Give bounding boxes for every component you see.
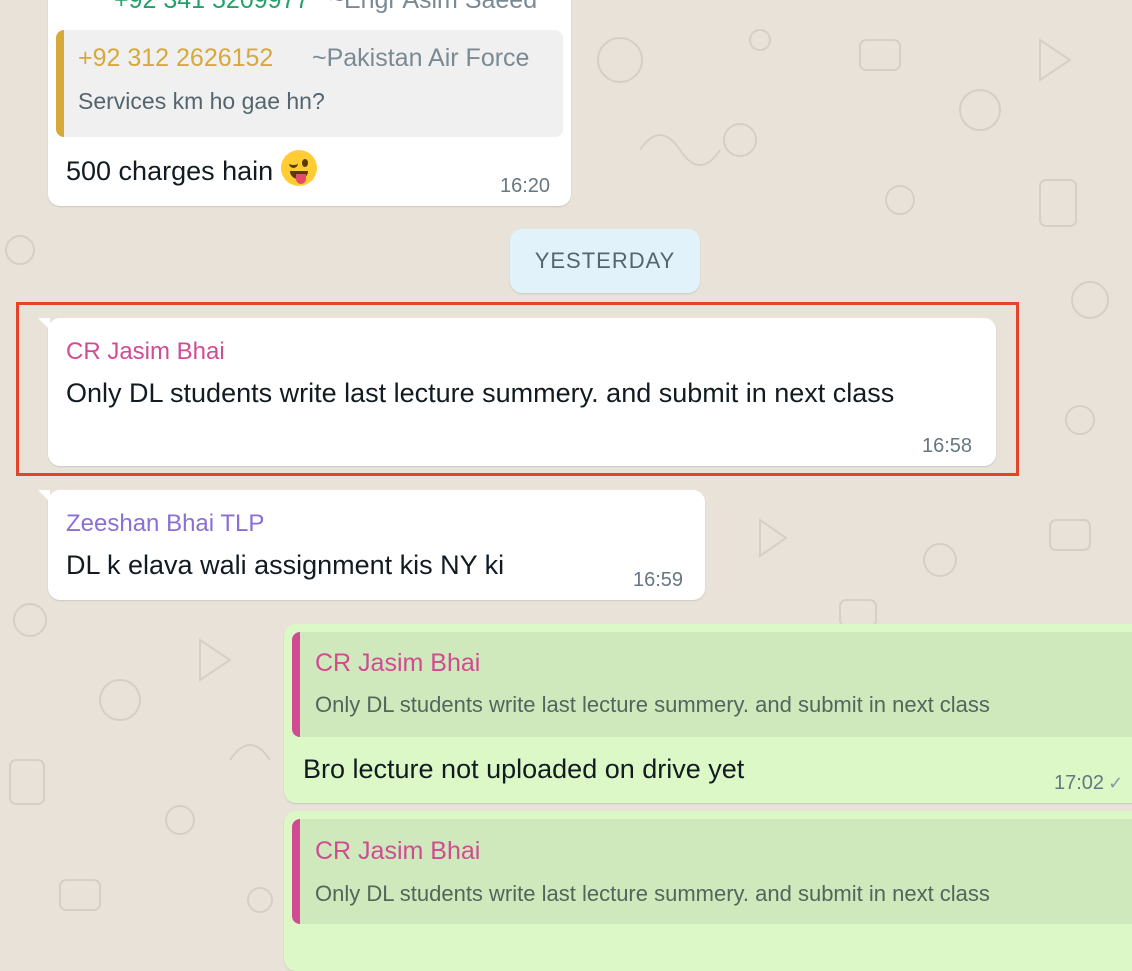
quoted-message[interactable]: +92 312 2626152 ~Pakistan Air Force Serv… bbox=[56, 30, 563, 137]
quote-text: Only DL students write last lecture summ… bbox=[315, 692, 990, 717]
message-bubble-top[interactable]: +92 341 5209977 ~Engr Asim Saeed +92 312 … bbox=[48, 0, 571, 206]
message-bubble-cr[interactable]: CR Jasim Bhai Only DL students write las… bbox=[38, 318, 996, 466]
quote-accent-bar bbox=[292, 819, 300, 924]
message-text: Only DL students write last lecture summ… bbox=[66, 378, 895, 408]
cut-off-sender-phone: +92 341 5209977 bbox=[114, 0, 310, 14]
sender-name[interactable]: CR Jasim Bhai bbox=[66, 338, 225, 366]
message-time: 16:20 bbox=[500, 175, 551, 197]
quote-author-name: ~Pakistan Air Force bbox=[312, 44, 530, 72]
cut-off-sender-line: +92 341 5209977 ~Engr Asim Saeed bbox=[114, 0, 537, 15]
bubble-tail bbox=[38, 490, 50, 502]
date-separator: YESTERDAY bbox=[510, 229, 700, 293]
message-time: 16:59 bbox=[633, 569, 684, 591]
quoted-message[interactable]: CR Jasim Bhai Only DL students write las… bbox=[292, 632, 1132, 737]
cut-off-sender-name: ~Engr Asim Saeed bbox=[329, 0, 538, 14]
quote-text: Only DL students write last lecture summ… bbox=[315, 881, 990, 906]
bubble-tail bbox=[38, 318, 50, 330]
sent-check-icon: ✓ bbox=[1108, 773, 1124, 793]
message-text: 500 charges hain bbox=[66, 150, 318, 187]
message-bubble-outgoing-reply[interactable]: CR Jasim Bhai Only DL students write las… bbox=[284, 624, 1132, 803]
message-text-content: 500 charges hain bbox=[66, 156, 274, 186]
message-bubble-zeeshan[interactable]: Zeeshan Bhai TLP DL k elava wali assignm… bbox=[38, 490, 705, 600]
quote-accent-bar bbox=[292, 632, 300, 737]
quote-accent-bar bbox=[56, 30, 64, 137]
message-bubble-outgoing-reply-2[interactable]: CR Jasim Bhai Only DL students write las… bbox=[284, 811, 1132, 971]
quoted-message[interactable]: CR Jasim Bhai Only DL students write las… bbox=[292, 819, 1132, 924]
message-text: DL k elava wali assignment kis NY ki bbox=[66, 550, 505, 580]
message-time: 17:02 ✓ bbox=[1054, 772, 1123, 795]
quote-author-name: CR Jasim Bhai bbox=[315, 649, 481, 677]
winking-face-with-tongue-icon bbox=[281, 150, 318, 186]
quote-author-phone: +92 312 2626152 bbox=[78, 44, 274, 72]
message-time-value: 17:02 bbox=[1054, 772, 1105, 794]
message-text: Bro lecture not uploaded on drive yet bbox=[303, 754, 745, 784]
message-time: 16:58 bbox=[922, 435, 973, 457]
quote-text: Services km ho gae hn? bbox=[78, 88, 325, 114]
sender-name[interactable]: Zeeshan Bhai TLP bbox=[66, 510, 264, 538]
quote-author-name: CR Jasim Bhai bbox=[315, 837, 481, 865]
